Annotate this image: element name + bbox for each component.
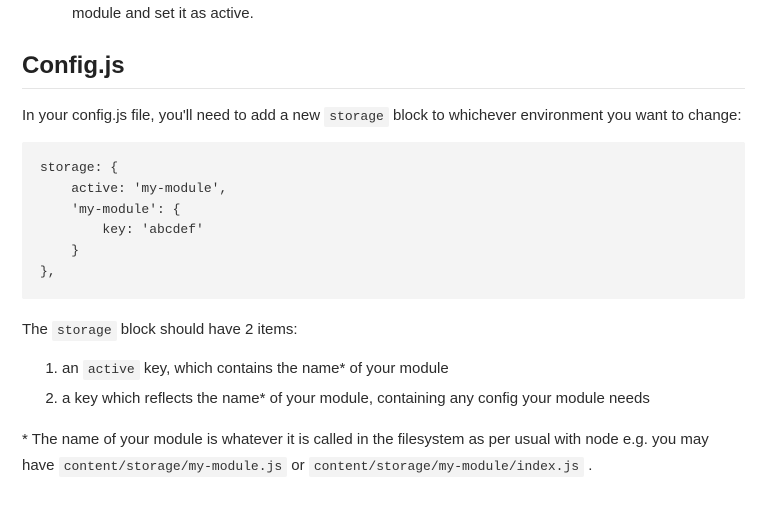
intro-paragraph: In your config.js file, you'll need to a… <box>22 103 745 129</box>
list-item-1-pre: an <box>62 360 83 377</box>
list-item-1-post: key, which contains the name* of your mo… <box>140 360 449 377</box>
inline-code-active: active <box>83 360 140 380</box>
previous-section-trailing-text: module and set it as active. <box>22 3 745 26</box>
inline-code-path-1: content/storage/my-module.js <box>59 457 287 477</box>
list-item: a key which reflects the name* of your m… <box>62 386 745 412</box>
footnote-post: . <box>584 457 592 474</box>
list-item: an active key, which contains the name* … <box>62 356 745 382</box>
after-code-paragraph: The storage block should have 2 items: <box>22 317 745 343</box>
after-code-pre: The <box>22 321 52 338</box>
intro-text-pre: In your config.js file, you'll need to a… <box>22 107 324 124</box>
section-heading-configjs: Config.js <box>22 52 745 89</box>
intro-text-post: block to whichever environment you want … <box>389 107 742 124</box>
inline-code-storage-2: storage <box>52 321 117 341</box>
inline-code-path-2: content/storage/my-module/index.js <box>309 457 584 477</box>
after-code-post: block should have 2 items: <box>117 321 298 338</box>
footnote-mid: or <box>287 457 309 474</box>
inline-code-storage: storage <box>324 107 389 127</box>
items-list: an active key, which contains the name* … <box>22 356 745 411</box>
doc-page: module and set it as active. Config.js I… <box>0 3 767 502</box>
code-block-storage-config: storage: { active: 'my-module', 'my-modu… <box>22 142 745 299</box>
footnote-paragraph: * The name of your module is whatever it… <box>22 427 745 478</box>
